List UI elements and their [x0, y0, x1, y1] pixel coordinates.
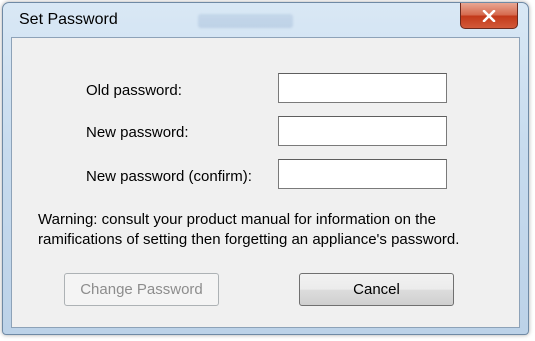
new-password-field[interactable] [278, 116, 447, 146]
new-password-label: New password: [86, 124, 189, 141]
window-title: Set Password [19, 11, 118, 28]
close-button[interactable] [460, 3, 518, 29]
set-password-dialog: Set Password Old password: New password:… [2, 2, 529, 335]
change-password-button[interactable]: Change Password [64, 273, 219, 306]
cancel-button[interactable]: Cancel [299, 273, 454, 306]
title-bar[interactable]: Set Password [3, 3, 528, 37]
confirm-password-field[interactable] [278, 159, 447, 189]
old-password-field[interactable] [278, 73, 447, 103]
old-password-label: Old password: [86, 82, 182, 99]
confirm-password-label: New password (confirm): [86, 168, 252, 185]
dialog-body: Old password: New password: New password… [11, 37, 520, 328]
close-icon [482, 9, 496, 22]
warning-message: Warning: consult your product manual for… [38, 211, 460, 248]
background-window-ghost [198, 14, 293, 28]
